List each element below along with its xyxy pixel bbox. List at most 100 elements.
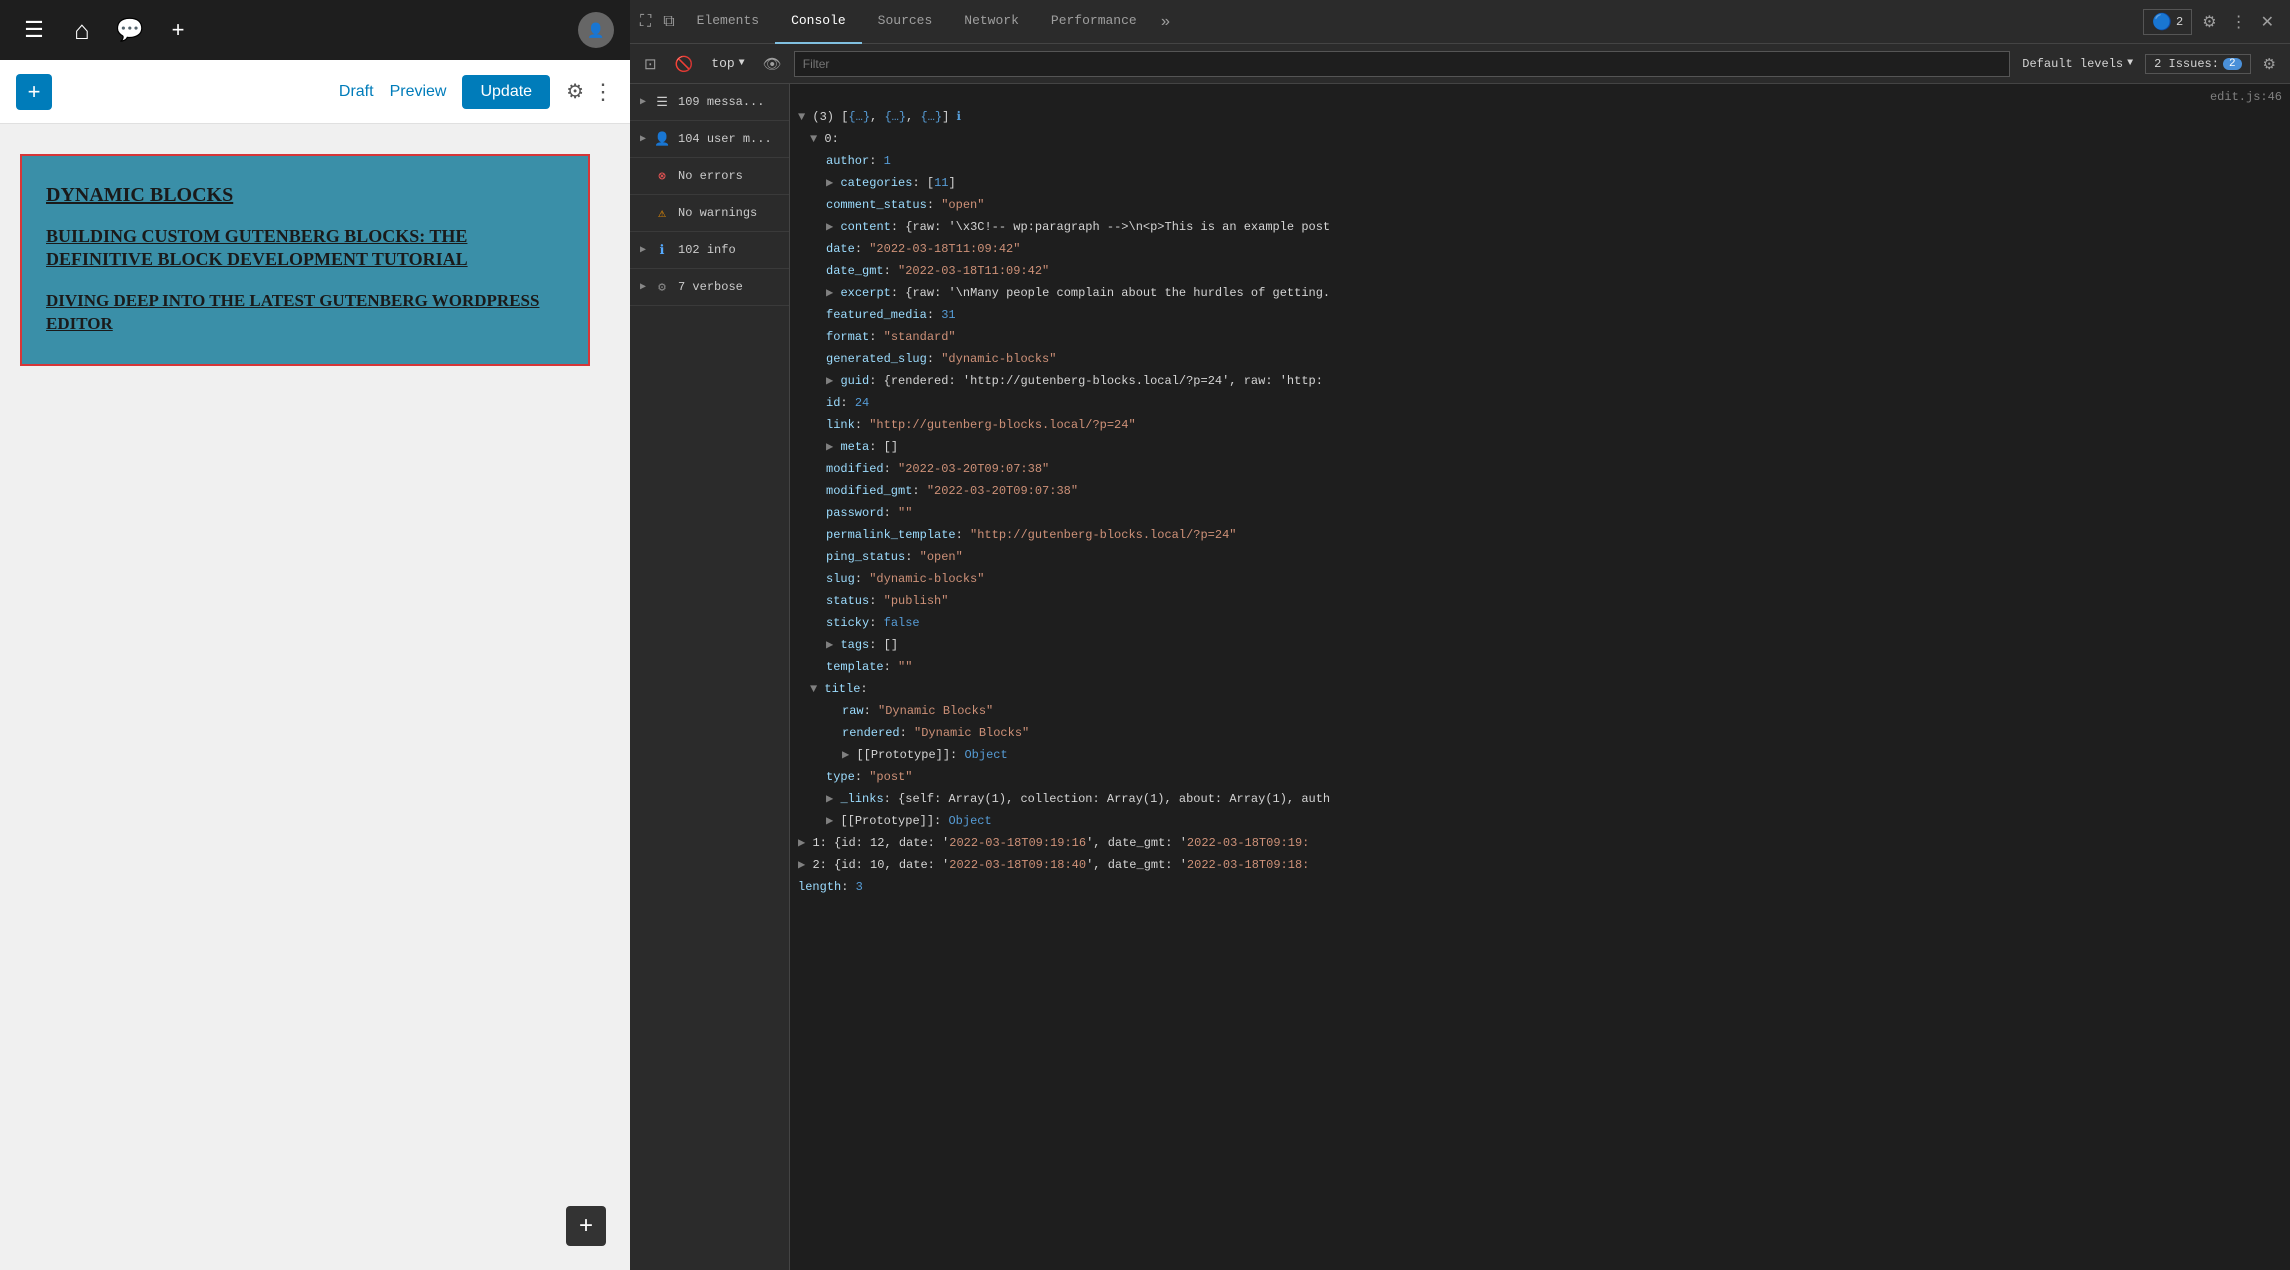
wp-toolbar: ☰ ⌂ 💬 + 👤	[0, 0, 630, 60]
console-line-excerpt[interactable]: ▶ excerpt: {raw: '\nMany people complain…	[790, 282, 2290, 304]
devtools-body: ▶ ☰ 109 messa... ▶ 👤 104 user m... ▶ ⊗ N…	[630, 84, 2290, 1270]
issues-badge[interactable]: 🔵 2	[2143, 9, 2192, 35]
expand-arrow-messages: ▶	[640, 96, 646, 108]
clear-console-button[interactable]: ⊡	[638, 51, 663, 77]
warning-icon: ⚠	[654, 205, 670, 221]
wp-content-area: DYNAMIC BLOCKS BUILDING CUSTOM GUTENBERG…	[0, 124, 630, 1270]
settings-icon[interactable]: ⚙	[566, 79, 584, 104]
console-line-meta[interactable]: ▶ meta: []	[790, 436, 2290, 458]
wordpress-editor: ☰ ⌂ 💬 + 👤 + Draft Preview Update ⚙ ⋮ DYN…	[0, 0, 630, 1270]
console-line-format: format: "standard"	[790, 326, 2290, 348]
wp-block[interactable]: DYNAMIC BLOCKS BUILDING CUSTOM GUTENBERG…	[20, 154, 590, 366]
verbose-label: 7 verbose	[678, 280, 743, 294]
filter-input[interactable]	[794, 51, 2011, 77]
console-line-links[interactable]: ▶ _links: {self: Array(1), collection: A…	[790, 788, 2290, 810]
console-line-ping-status: ping_status: "open"	[790, 546, 2290, 568]
devtools-secondbar: ⊡ 🚫 top ▼ 👁 Default levels ▼ 2 Issues: 2…	[630, 44, 2290, 84]
console-line-permalink: permalink_template: "http://gutenberg-bl…	[790, 524, 2290, 546]
draft-button[interactable]: Draft	[339, 83, 374, 101]
tab-network[interactable]: Network	[948, 0, 1035, 44]
sidebar-item-errors[interactable]: ▶ ⊗ No errors	[630, 158, 789, 195]
update-button[interactable]: Update	[462, 75, 550, 109]
expand-array[interactable]: ▼	[798, 108, 812, 126]
more-tabs-icon[interactable]: »	[1153, 13, 1179, 31]
console-line-title-prototype[interactable]: ▶ [[Prototype]]: Object	[790, 744, 2290, 766]
menu-icon[interactable]: ☰	[16, 12, 52, 48]
expand-arrow-info: ▶	[640, 244, 646, 256]
verbose-icon: ⚙	[654, 279, 670, 295]
block-title: DYNAMIC BLOCKS	[46, 184, 564, 207]
console-line-item-2[interactable]: ▶ 2: {id: 10, date: '2022-03-18T09:18:40…	[790, 854, 2290, 876]
home-icon[interactable]: ⌂	[64, 12, 100, 48]
issues-count-badge[interactable]: 2 Issues: 2	[2145, 54, 2250, 74]
context-selector[interactable]: top ▼	[705, 54, 750, 73]
sidebar-item-all-messages[interactable]: ▶ ☰ 109 messa...	[630, 84, 789, 121]
sidebar-item-user-messages[interactable]: ▶ 👤 104 user m...	[630, 121, 789, 158]
block-subtitle: BUILDING CUSTOM GUTENBERG BLOCKS: THE DE…	[46, 225, 564, 272]
stop-recording-button[interactable]: 🚫	[669, 51, 700, 77]
tab-elements[interactable]: Elements	[681, 0, 775, 44]
devtools-settings-button[interactable]: ⚙	[2198, 8, 2220, 36]
console-settings-button[interactable]: ⚙	[2257, 51, 2282, 77]
console-line-id: id: 24	[790, 392, 2290, 414]
devtools-tabbar: ⛶ ⧉ Elements Console Sources Network Per…	[630, 0, 2290, 44]
issues-number: 2	[2223, 58, 2242, 70]
console-line-content[interactable]: ▶ content: {raw: '\x3C!-- wp:paragraph -…	[790, 216, 2290, 238]
levels-selector[interactable]: Default levels ▼	[2016, 55, 2139, 73]
user-messages-label: 104 user m...	[678, 132, 772, 146]
console-line-title[interactable]: ▼ title:	[790, 678, 2290, 700]
tab-console[interactable]: Console	[775, 0, 862, 44]
console-line-length: length: 3	[790, 876, 2290, 898]
console-line-prototype-2[interactable]: ▶ [[Prototype]]: Object	[790, 810, 2290, 832]
levels-dropdown-arrow: ▼	[2127, 58, 2133, 69]
avatar[interactable]: 👤	[578, 12, 614, 48]
add-block-floating-button[interactable]: +	[566, 1206, 606, 1246]
console-line-array[interactable]: ▼ (3) [{…}, {…}, {…}] ℹ	[790, 106, 2290, 128]
console-line-tags[interactable]: ▶ tags: []	[790, 634, 2290, 656]
add-block-button[interactable]: +	[16, 74, 52, 110]
info-icon: ℹ	[654, 242, 670, 258]
warnings-label: No warnings	[678, 206, 757, 220]
console-line-title-rendered: rendered: "Dynamic Blocks"	[790, 722, 2290, 744]
console-line-date: date: "2022-03-18T11:09:42"	[790, 238, 2290, 260]
sidebar-item-warnings[interactable]: ▶ ⚠ No warnings	[630, 195, 789, 232]
messages-label: 109 messa...	[678, 95, 764, 109]
console-line-comment-status: comment_status: "open"	[790, 194, 2290, 216]
device-icon[interactable]: ⧉	[657, 9, 680, 35]
console-line-sticky: sticky: false	[790, 612, 2290, 634]
sidebar-item-verbose[interactable]: ▶ ⚙ 7 verbose	[630, 269, 789, 306]
wp-header: + Draft Preview Update ⚙ ⋮	[0, 60, 630, 124]
console-line-modified-gmt: modified_gmt: "2022-03-20T09:07:38"	[790, 480, 2290, 502]
console-line-item-1[interactable]: ▶ 1: {id: 12, date: '2022-03-18T09:19:16…	[790, 832, 2290, 854]
console-line-guid[interactable]: ▶ guid: {rendered: 'http://gutenberg-blo…	[790, 370, 2290, 392]
block-description: DIVING DEEP INTO THE LATEST GUTENBERG WO…	[46, 290, 564, 336]
preview-button[interactable]: Preview	[390, 83, 447, 101]
inspect-icon[interactable]: ⛶	[634, 9, 657, 35]
expand-arrow-verbose: ▶	[640, 281, 646, 293]
expand-arrow-user: ▶	[640, 133, 646, 145]
console-line-categories[interactable]: ▶ categories: [11]	[790, 172, 2290, 194]
devtools-more-button[interactable]: ⋮	[2227, 8, 2251, 36]
more-options-icon[interactable]: ⋮	[592, 79, 614, 105]
comment-icon[interactable]: 💬	[112, 12, 148, 48]
add-icon[interactable]: +	[160, 12, 196, 48]
errors-label: No errors	[678, 169, 743, 183]
console-line-author: author: 1	[790, 150, 2290, 172]
console-line-date-gmt: date_gmt: "2022-03-18T11:09:42"	[790, 260, 2290, 282]
devtools-panel: ⛶ ⧉ Elements Console Sources Network Per…	[630, 0, 2290, 1270]
sidebar-item-info[interactable]: ▶ ℹ 102 info	[630, 232, 789, 269]
console-line-status: status: "publish"	[790, 590, 2290, 612]
context-dropdown-arrow: ▼	[739, 58, 745, 69]
tab-performance[interactable]: Performance	[1035, 0, 1153, 44]
devtools-close-button[interactable]: ✕	[2257, 8, 2278, 36]
tab-sources[interactable]: Sources	[862, 0, 949, 44]
console-line-type: type: "post"	[790, 766, 2290, 788]
error-icon: ⊗	[654, 168, 670, 184]
list-icon: ☰	[654, 94, 670, 110]
console-line-0[interactable]: ▼ 0:	[790, 128, 2290, 150]
console-line-slug: slug: "dynamic-blocks"	[790, 568, 2290, 590]
devtools-message-sidebar: ▶ ☰ 109 messa... ▶ 👤 104 user m... ▶ ⊗ N…	[630, 84, 790, 1270]
console-line-generated-slug: generated_slug: "dynamic-blocks"	[790, 348, 2290, 370]
console-output: edit.js:46 ▼ (3) [{…}, {…}, {…}] ℹ ▼ 0: …	[790, 84, 2290, 1270]
eye-button[interactable]: 👁	[757, 51, 788, 77]
